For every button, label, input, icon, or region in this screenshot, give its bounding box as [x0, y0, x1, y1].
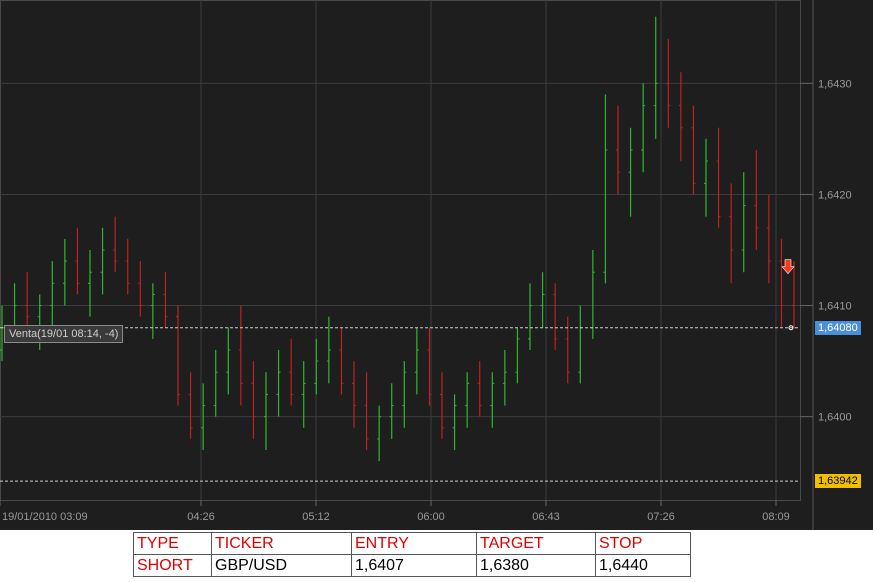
price-chart[interactable]: 1,6430 1,6420 1,6410 1,6400 19/01/2010 03:09… — [0, 0, 873, 530]
x-tick-label: 19/01/2010 03:09 — [2, 511, 88, 523]
x-tick-label: 04:26 — [187, 511, 215, 523]
trade-marker-label: Venta(19/01 08:14, -4) — [4, 325, 124, 343]
chart-canvas[interactable]: 1,6430 1,6420 1,6410 1,6400 19/01/2010 03:09… — [0, 0, 873, 530]
cell-stop: 1,6440 — [595, 554, 691, 577]
x-tick-label: 06:00 — [417, 511, 445, 523]
x-tick-label: 06:43 — [532, 511, 560, 523]
cell-entry: 1,6407 — [351, 554, 477, 577]
trade-table: TYPE TICKER ENTRY TARGET STOP SHORT GBP/… — [133, 532, 691, 577]
header-target: TARGET — [476, 532, 596, 555]
y-tick-label: 1,6400 — [818, 412, 852, 424]
x-tick-label: 07:26 — [647, 511, 675, 523]
cell-target: 1,6380 — [476, 554, 596, 577]
cell-ticker: GBP/USD — [211, 554, 352, 577]
trade-table-header: TYPE TICKER ENTRY TARGET STOP — [133, 532, 691, 555]
header-type: TYPE — [133, 532, 212, 555]
header-ticker: TICKER — [211, 532, 352, 555]
sell-arrow-icon — [781, 259, 795, 275]
x-tick-label: 05:12 — [302, 511, 330, 523]
last-price-badge: 1,64080 — [815, 320, 861, 335]
header-stop: STOP — [595, 532, 691, 555]
low-price-badge: 1,63942 — [815, 474, 861, 489]
y-tick-label: 1,6420 — [818, 189, 852, 201]
x-tick-label: 08:09 — [762, 511, 790, 523]
y-tick-label: 1,6430 — [818, 78, 852, 90]
trade-table-row: SHORT GBP/USD 1,6407 1,6380 1,6440 — [133, 554, 691, 577]
cell-type: SHORT — [133, 554, 212, 577]
header-entry: ENTRY — [351, 532, 477, 555]
y-tick-label: 1,6410 — [818, 301, 852, 313]
